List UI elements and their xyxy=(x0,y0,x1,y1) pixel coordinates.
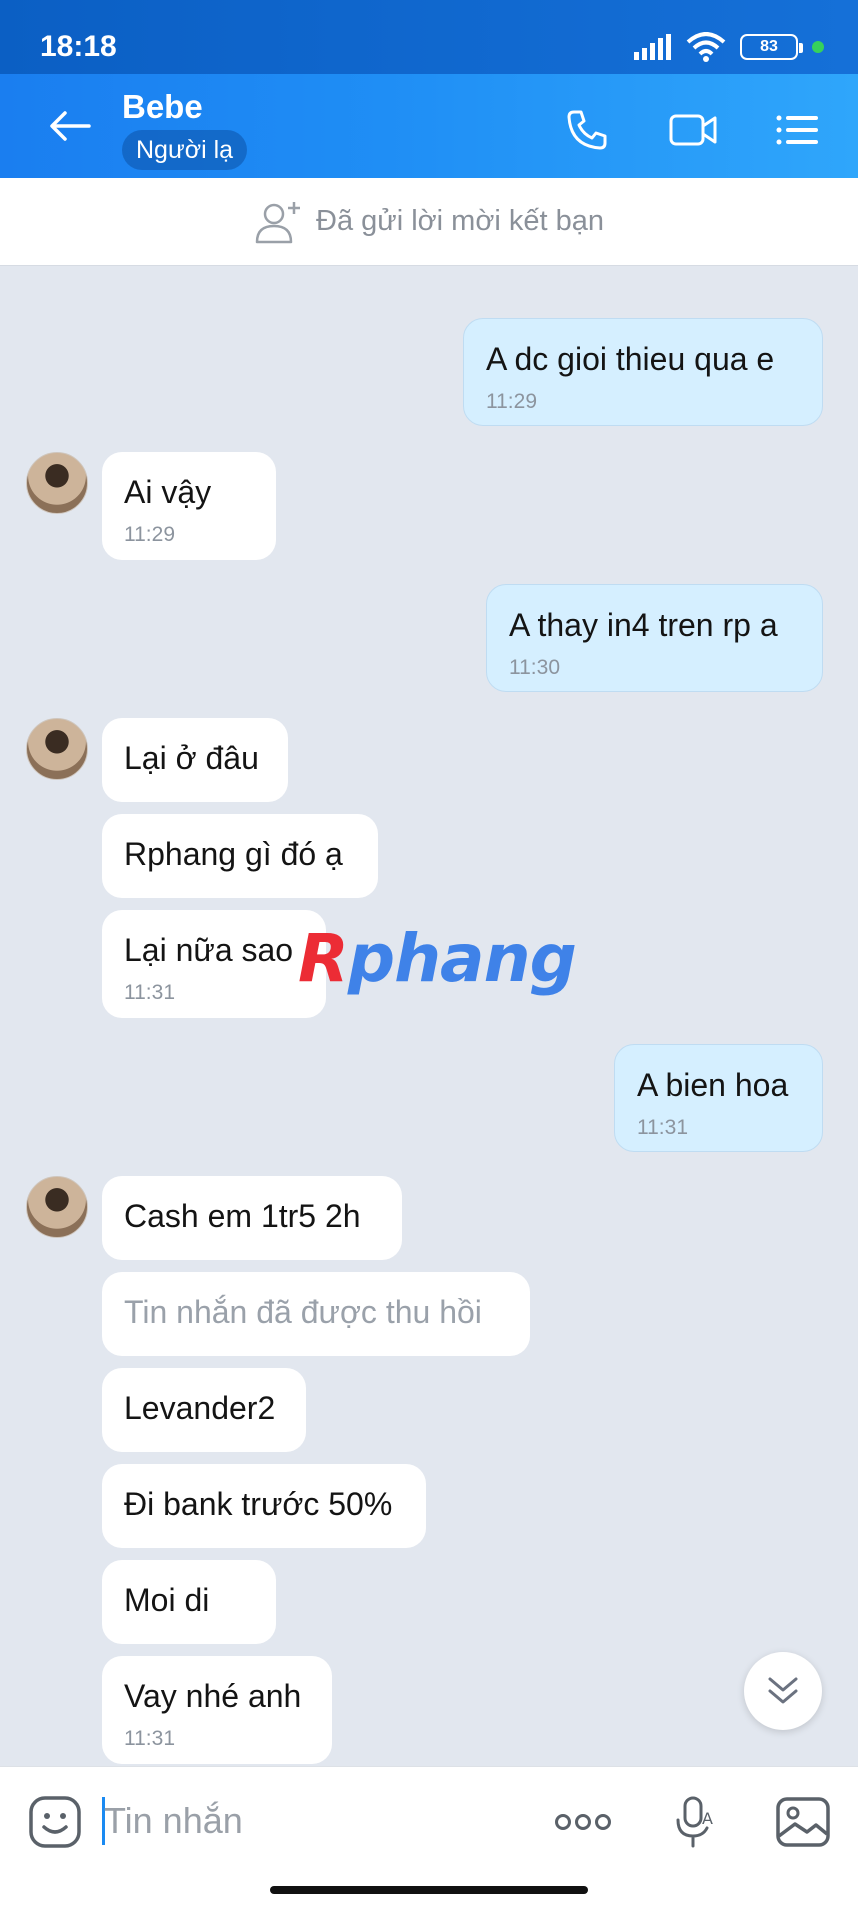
message-text: Ai vậy xyxy=(124,474,212,510)
more-dots-icon xyxy=(555,1814,611,1830)
microphone-icon: A xyxy=(676,1796,713,1848)
contact-avatar[interactable] xyxy=(26,1176,88,1238)
message-text: Moi di xyxy=(124,1582,210,1618)
message-bubble-incoming[interactable]: Vay nhé anh 11:31 xyxy=(102,1656,332,1764)
watermark-logo: Rphang xyxy=(298,920,577,997)
add-friend-icon xyxy=(255,201,301,243)
message-bubble-incoming[interactable]: Đi bank trước 50% xyxy=(102,1464,426,1548)
voice-to-text-button[interactable]: A xyxy=(666,1793,724,1851)
message-text: Rphang gì đó ạ xyxy=(124,836,343,872)
stranger-badge: Người lạ xyxy=(122,130,248,170)
double-chevron-down-icon xyxy=(768,1677,798,1704)
recalled-message-bubble[interactable]: Tin nhắn đã được thu hồi xyxy=(102,1272,530,1356)
battery-level: 83 xyxy=(760,38,778,55)
message-bubble-incoming[interactable]: Moi di xyxy=(102,1560,276,1644)
message-text: Vay nhé anh xyxy=(124,1678,302,1714)
status-bar: 18:18 83 xyxy=(0,0,858,74)
message-text: A bien hoa xyxy=(637,1067,789,1103)
options-menu-button[interactable] xyxy=(768,104,826,156)
message-time: 11:31 xyxy=(124,981,175,1004)
message-time: 11:29 xyxy=(124,523,175,546)
wifi-icon xyxy=(686,32,726,62)
contact-name[interactable]: Bebe xyxy=(122,88,203,126)
message-text: A dc gioi thieu qua e xyxy=(486,341,775,377)
message-time: 11:30 xyxy=(509,656,560,679)
message-bubble-incoming[interactable]: Rphang gì đó ạ xyxy=(102,814,378,898)
status-time: 18:18 xyxy=(40,30,117,63)
video-camera-icon xyxy=(669,114,717,146)
battery-icon: 83 xyxy=(740,34,803,60)
home-indicator[interactable] xyxy=(270,1886,588,1894)
signal-icon xyxy=(634,34,671,60)
svg-text:A: A xyxy=(702,1809,713,1828)
message-input[interactable] xyxy=(104,1795,524,1847)
message-list[interactable]: A dc gioi thieu qua e 11:29 Ai vậy 11:29… xyxy=(0,266,858,1766)
privacy-indicator-dot xyxy=(812,41,824,53)
message-text: Cash em 1tr5 2h xyxy=(124,1198,361,1234)
message-time: 11:31 xyxy=(124,1727,175,1750)
message-bubble-incoming[interactable]: Cash em 1tr5 2h xyxy=(102,1176,402,1260)
image-icon xyxy=(776,1797,830,1847)
message-text: Lại ở đâu xyxy=(124,740,259,776)
message-text: Levander2 xyxy=(124,1390,276,1426)
scroll-to-bottom-button[interactable] xyxy=(744,1652,822,1730)
message-bubble-incoming[interactable]: Levander2 xyxy=(102,1368,306,1452)
voice-call-button[interactable] xyxy=(558,104,616,156)
message-bubble-outgoing[interactable]: A thay in4 tren rp a 11:30 xyxy=(486,584,823,692)
message-bubble-incoming[interactable]: Lại nữa sao 11:31 xyxy=(102,910,326,1018)
status-icons: 83 xyxy=(634,30,824,64)
message-text: Tin nhắn đã được thu hồi xyxy=(124,1294,482,1330)
friend-request-status: Đã gửi lời mời kết bạn xyxy=(316,205,604,237)
contact-avatar[interactable] xyxy=(26,718,88,780)
video-call-button[interactable] xyxy=(664,104,722,156)
phone-icon xyxy=(567,110,607,150)
message-time: 11:31 xyxy=(637,1116,688,1139)
message-time: 11:29 xyxy=(486,390,537,413)
back-arrow-icon xyxy=(50,111,91,141)
message-text: Lại nữa sao xyxy=(124,932,294,968)
sticker-smile-icon xyxy=(29,1796,81,1848)
message-text: Đi bank trước 50% xyxy=(124,1486,393,1522)
friend-request-bar: Đã gửi lời mời kết bạn xyxy=(0,178,858,266)
message-bubble-outgoing[interactable]: A dc gioi thieu qua e 11:29 xyxy=(463,318,823,426)
emoji-button[interactable] xyxy=(28,1795,82,1849)
message-bubble-incoming[interactable]: Lại ở đâu xyxy=(102,718,288,802)
message-text: A thay in4 tren rp a xyxy=(509,607,778,643)
message-bubble-incoming[interactable]: Ai vậy 11:29 xyxy=(102,452,276,560)
back-button[interactable] xyxy=(40,98,100,154)
image-picker-button[interactable] xyxy=(774,1793,832,1851)
message-bubble-outgoing[interactable]: A bien hoa 11:31 xyxy=(614,1044,823,1152)
list-menu-icon xyxy=(776,115,818,145)
more-options-button[interactable] xyxy=(554,1793,612,1851)
contact-avatar[interactable] xyxy=(26,452,88,514)
